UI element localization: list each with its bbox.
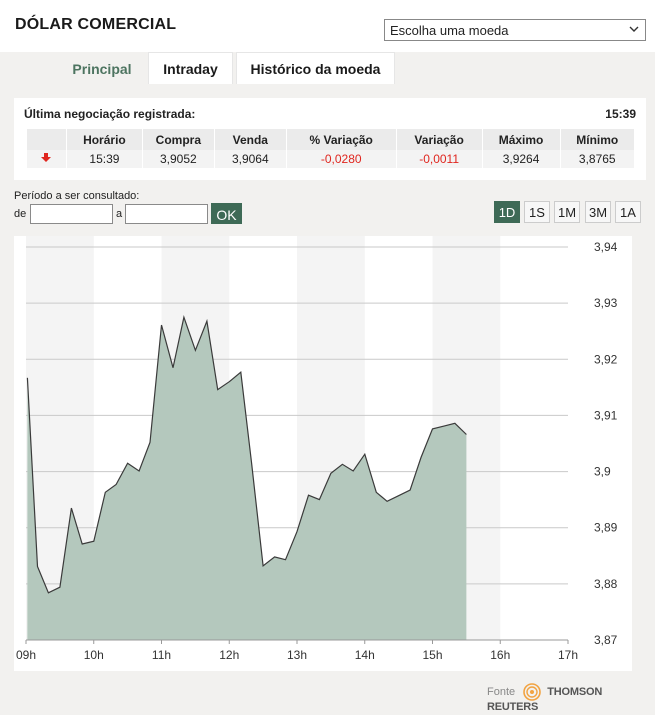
x-tick-label: 16h: [490, 648, 510, 662]
quote-value-row: 15:39 3,9052 3,9064 -0,0280 -0,0011 3,92…: [26, 150, 634, 168]
range-3m-button[interactable]: 3M: [585, 201, 611, 223]
y-tick-label: 3,91: [594, 408, 618, 422]
last-trade-time: 15:39: [605, 107, 636, 121]
y-tick-label: 3,88: [594, 577, 618, 591]
range-1a-button[interactable]: 1A: [615, 201, 641, 223]
header-pct-variacao: % Variação: [285, 129, 397, 150]
header-variacao: Variação: [395, 129, 483, 150]
x-tick-label: 15h: [422, 648, 442, 662]
y-tick-label: 3,93: [594, 296, 618, 310]
x-tick-label: 12h: [219, 648, 239, 662]
to-date-input[interactable]: [125, 204, 208, 224]
price-chart: 3,94 3,93 3,92 3,91 3,9 3,89 3,88 3,87 09h 10h 11h…: [16, 236, 618, 662]
quote-header-row: Horário Compra Venda % Variação Variação…: [26, 129, 634, 150]
range-1s-button[interactable]: 1S: [524, 201, 550, 223]
header-minimo: Mínimo: [559, 129, 634, 150]
y-tick-label: 3,89: [594, 521, 618, 535]
chevron-down-icon: [629, 26, 639, 32]
tab-principal[interactable]: Principal: [58, 52, 146, 84]
thomson-reuters-logo-icon: [523, 683, 542, 701]
y-tick-label: 3,92: [594, 352, 618, 366]
to-label: a: [116, 208, 123, 220]
from-label: de: [14, 208, 27, 220]
x-tick-label: 11h: [152, 648, 171, 662]
range-1d-button[interactable]: 1D: [494, 201, 520, 223]
tab-intraday[interactable]: Intraday: [148, 52, 233, 84]
ok-button[interactable]: OK: [211, 203, 242, 224]
chart-panel: 3,94 3,93 3,92 3,91 3,9 3,89 3,88 3,87 09h 10h 11h…: [14, 236, 632, 671]
value-pct-variacao: -0,0280: [285, 150, 397, 168]
currency-select-value: Escolha uma moeda: [390, 23, 509, 38]
last-trade-panel: Última negociação registrada: 15:39 Horá…: [14, 98, 646, 180]
page-title: DÓLAR COMERCIAL: [15, 16, 177, 33]
y-tick-label: 3,94: [594, 240, 618, 254]
header-compra: Compra: [141, 129, 215, 150]
header-maximo: Máximo: [481, 129, 561, 150]
tab-historico[interactable]: Histórico da moeda: [236, 52, 395, 84]
x-tick-label: 17h: [558, 648, 578, 662]
x-tick-label: 13h: [287, 648, 307, 662]
trend-cell: [26, 150, 67, 168]
value-horario: 15:39: [65, 150, 143, 168]
quote-table: Horário Compra Venda % Variação Variação…: [26, 129, 634, 168]
header-trend: [26, 129, 67, 150]
from-date-input[interactable]: [30, 204, 113, 224]
y-tick-label: 3,87: [594, 633, 618, 647]
x-tick-label: 10h: [84, 648, 104, 662]
x-tick-label: 14h: [355, 648, 375, 662]
header-horario: Horário: [65, 129, 143, 150]
header-bar: DÓLAR COMERCIAL Escolha uma moeda: [0, 0, 655, 52]
value-variacao: -0,0011: [395, 150, 483, 168]
source-footer: Fonte THOMSON REUTERS: [487, 683, 655, 713]
value-minimo: 3,8765: [559, 150, 634, 168]
range-1m-button[interactable]: 1M: [554, 201, 580, 223]
period-label: Período a ser consultado:: [14, 190, 140, 202]
value-maximo: 3,9264: [481, 150, 561, 168]
value-compra: 3,9052: [141, 150, 215, 168]
x-tick-label: 09h: [16, 648, 36, 662]
down-arrow-icon: [41, 153, 52, 162]
last-trade-label: Última negociação registrada:: [24, 107, 196, 121]
tab-bar: Principal Intraday Histórico da moeda: [0, 52, 655, 84]
header-venda: Venda: [213, 129, 287, 150]
currency-select[interactable]: Escolha uma moeda: [384, 19, 646, 41]
source-label: Fonte: [487, 685, 516, 698]
value-venda: 3,9064: [213, 150, 287, 168]
y-tick-label: 3,9: [594, 465, 611, 479]
